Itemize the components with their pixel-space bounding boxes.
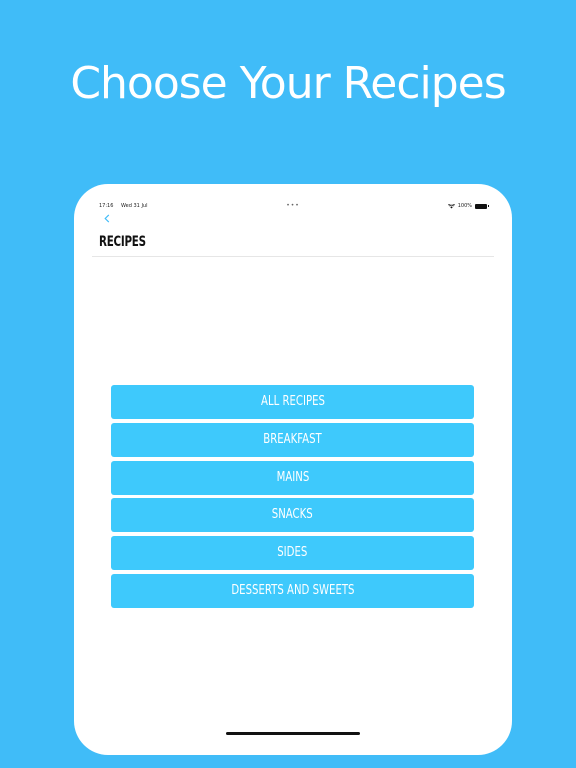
snacks-button[interactable]: SNACKS [111,498,474,533]
back-button[interactable] [104,214,110,226]
mains-label: MAINS [276,469,309,485]
promo-headline: Choose Your Recipes [70,58,506,109]
status-bar: 17:16 Wed 31 Jul ••• 100% [99,202,489,213]
breakfast-button[interactable]: BREAKFAST [111,422,474,457]
status-right: 100% [447,203,489,209]
all-recipes-label: ALL RECIPES [260,394,325,409]
battery-percent: 100% [457,203,472,209]
desserts-and-sweets-label: DESSERTS AND SWEETS [230,582,355,598]
status-date: Wed 31 Jul [121,203,148,209]
all-recipes-button[interactable]: ALL RECIPES [111,385,474,419]
wifi-icon [447,203,455,208]
home-indicator[interactable] [226,732,360,735]
nav-divider [92,256,494,257]
breakfast-label: BREAKFAST [263,431,322,447]
sides-button[interactable]: SIDES [111,536,474,571]
snacks-label: SNACKS [272,507,313,523]
status-left: 17:16 Wed 31 Jul [99,203,154,209]
mains-button[interactable]: MAINS [111,460,474,495]
page-title: RECIPES [99,234,146,250]
recipe-category-menu: ALL RECIPES BREAKFAST MAINS SNACKS SIDES… [111,385,474,612]
battery-icon [475,203,489,209]
status-time: 17:16 [99,203,114,209]
desserts-and-sweets-button[interactable]: DESSERTS AND SWEETS [111,573,474,608]
device-screen: 17:16 Wed 31 Jul ••• 100% RECIPES ALL RE… [74,184,512,755]
sides-label: SIDES [277,545,308,561]
multitasking-dots[interactable]: ••• [286,202,300,209]
chevron-left-icon [104,214,110,223]
